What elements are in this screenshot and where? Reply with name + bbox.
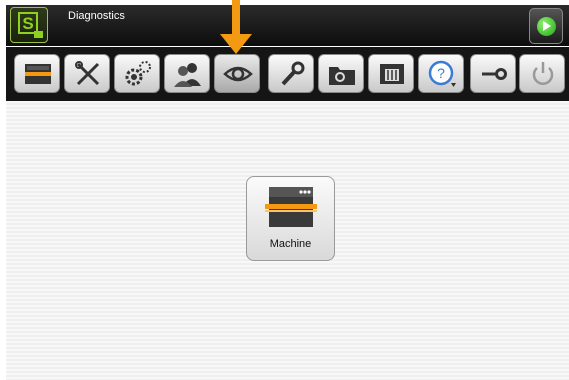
help-icon: ?	[428, 60, 456, 87]
key-button[interactable]	[470, 54, 516, 93]
app-logo[interactable]: S	[10, 7, 48, 43]
settings-button[interactable]	[114, 54, 160, 93]
tools-button[interactable]	[64, 54, 110, 93]
machine-icon	[265, 187, 317, 227]
production-button[interactable]	[14, 54, 60, 93]
diagnostics-button[interactable]	[214, 54, 260, 93]
users-button[interactable]	[164, 54, 210, 93]
sliders-icon	[380, 64, 404, 84]
tools-icon	[75, 61, 100, 86]
main-toolbar: ?	[6, 47, 569, 101]
highlight-arrow-shaft	[232, 0, 240, 36]
next-button[interactable]	[529, 8, 563, 44]
window-title: Diagnostics	[68, 10, 125, 22]
production-icon	[25, 64, 51, 84]
calibration-button[interactable]	[368, 54, 414, 93]
folder-button[interactable]	[318, 54, 364, 93]
gears-icon	[125, 61, 151, 86]
power-button[interactable]	[519, 54, 565, 93]
eye-icon	[223, 66, 253, 82]
wrench-icon	[281, 61, 305, 86]
machine-tile-label: Machine	[269, 238, 312, 250]
service-button[interactable]	[268, 54, 314, 93]
highlight-arrow-icon	[220, 34, 252, 54]
folder-icon	[329, 67, 355, 85]
logo-dot	[34, 31, 43, 38]
machine-tile[interactable]: Machine	[246, 176, 335, 261]
help-button[interactable]: ?	[418, 54, 464, 93]
arrow-right-icon	[537, 17, 556, 36]
key-icon	[482, 68, 507, 80]
power-icon	[532, 62, 554, 85]
users-icon	[174, 63, 201, 87]
svg-text:?: ?	[437, 65, 445, 81]
